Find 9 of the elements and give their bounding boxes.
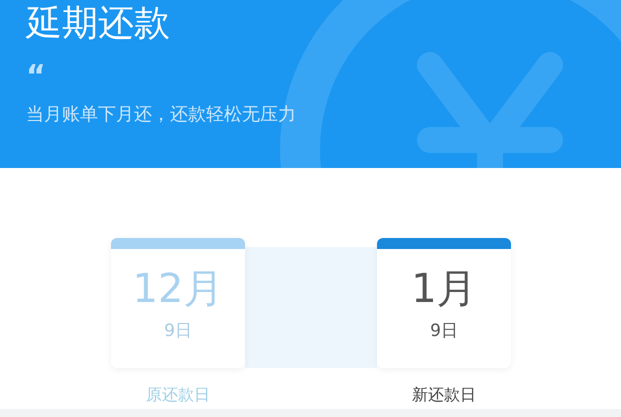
date-label: 原还款日	[145, 384, 211, 406]
day-text: 9日	[429, 320, 459, 343]
quote-mark: “	[26, 62, 46, 82]
page-title: 延期还款	[26, 2, 171, 42]
month-text: 1月	[410, 267, 478, 311]
date-label: 新还款日	[411, 384, 477, 406]
day-text: 9日	[163, 320, 193, 343]
subtitle: 当月账单下月还，还款轻松无压力	[26, 103, 297, 127]
month-text: 12月	[132, 267, 224, 311]
